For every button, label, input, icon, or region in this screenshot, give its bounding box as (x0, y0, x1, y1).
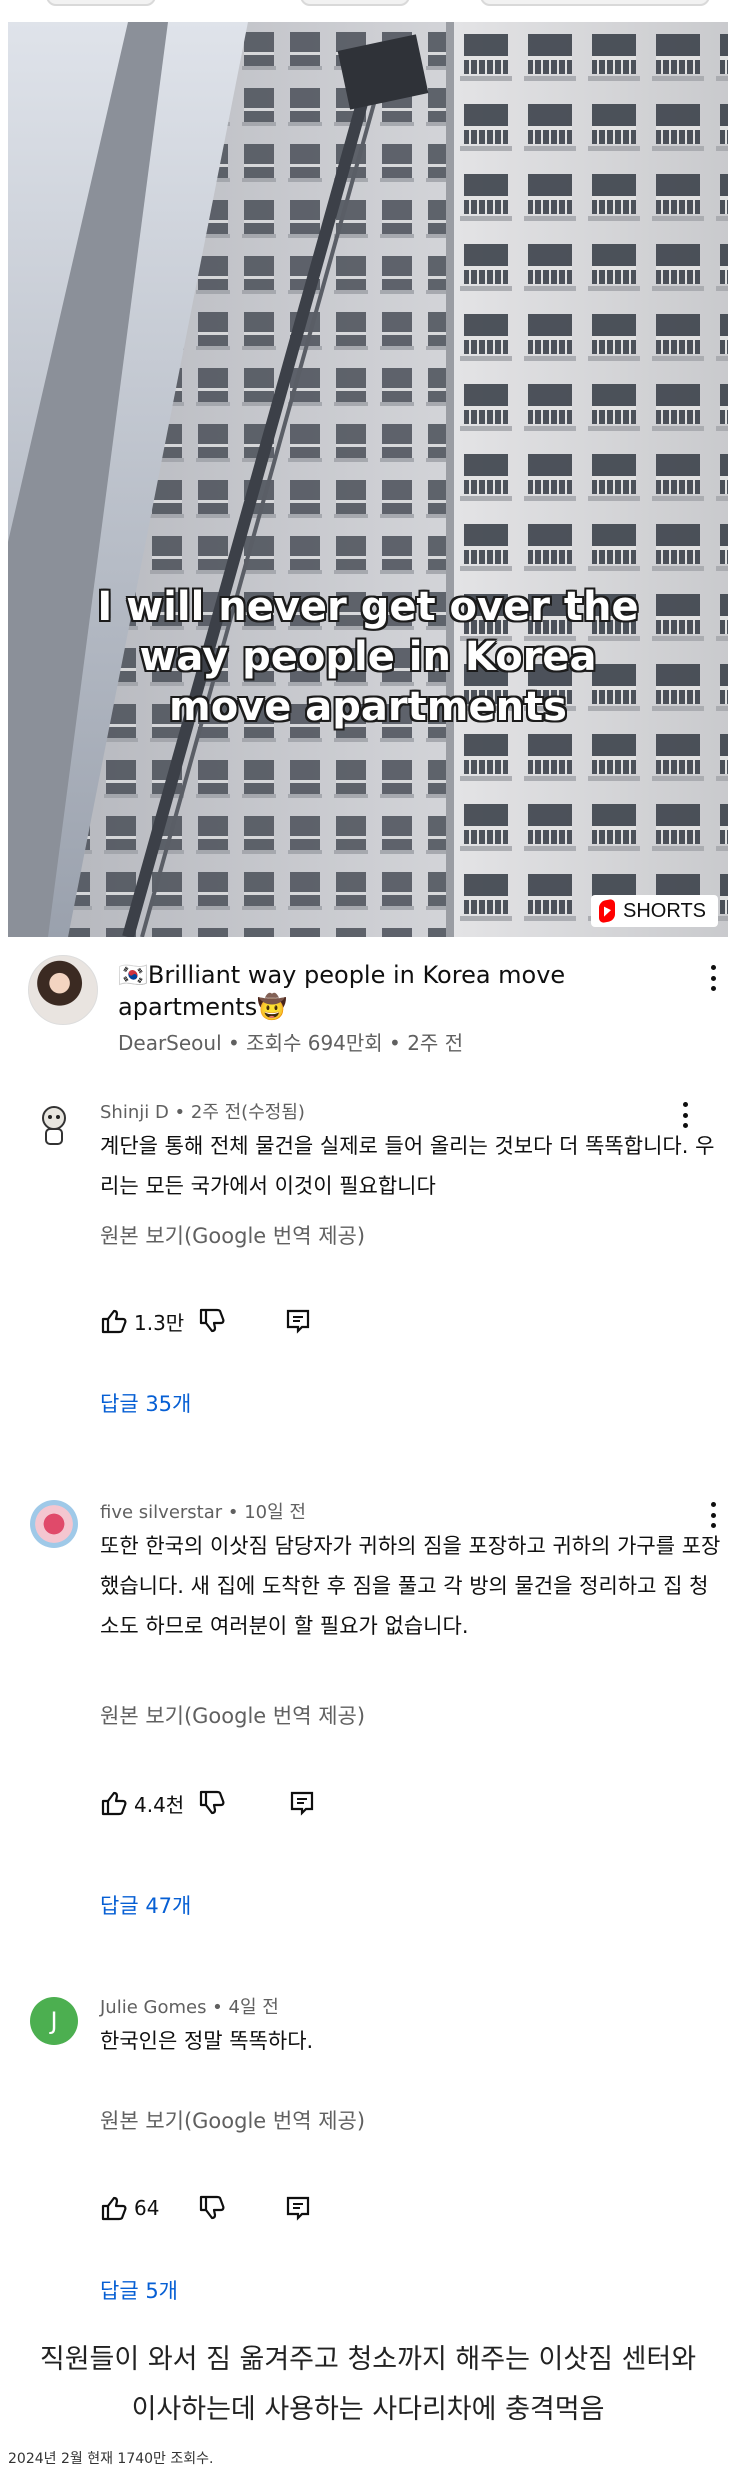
shorts-badge[interactable]: SHORTS (591, 895, 718, 927)
reply-icon[interactable] (284, 2194, 312, 2222)
video-thumbnail (8, 22, 728, 937)
replies-link[interactable]: 답글 5개 (100, 2275, 178, 2305)
comment-actions: 1.3만 (100, 1306, 312, 1336)
like-count: 64 (134, 2196, 160, 2220)
replies-link[interactable]: 답글 35개 (100, 1388, 191, 1418)
top-chip-bar (0, 0, 736, 22)
caption-line: way people in Korea (139, 634, 597, 680)
comment-actions: 64 (100, 2193, 312, 2223)
caption-line: I will never get over the (97, 584, 639, 630)
like-count: 4.4천 (134, 1792, 185, 1817)
reply-icon[interactable] (284, 1307, 312, 1335)
thumbs-down-icon[interactable] (198, 1307, 226, 1335)
commenter-avatar[interactable] (30, 1100, 78, 1148)
video-caption: I will never get over the way people in … (8, 582, 728, 732)
more-options-icon[interactable] (710, 1502, 716, 1528)
post-caption-line: 이사하는데 사용하는 사다리차에 충격먹음 (131, 2394, 605, 2425)
video-title[interactable]: 🇰🇷Brilliant way people in Korea move apa… (118, 959, 678, 1023)
thumbs-down-icon[interactable] (198, 1789, 226, 1817)
video-info: 🇰🇷Brilliant way people in Korea move apa… (28, 955, 728, 1055)
comment-text: 계단을 통해 전체 물건을 실제로 들어 올리는 것보다 더 똑똑합니다. 우리… (100, 1134, 715, 1198)
chip[interactable] (480, 0, 710, 6)
more-options-icon[interactable] (682, 1102, 688, 1128)
commenter-avatar[interactable] (30, 1500, 78, 1548)
comment-text: 또한 한국의 이삿짐 담당자가 귀하의 짐을 포장하고 귀하의 가구를 포장했습… (100, 1534, 721, 1638)
comment-actions: 4.4천 (100, 1788, 316, 1818)
channel-avatar[interactable] (28, 955, 98, 1025)
show-original-link[interactable]: 원본 보기(Google 번역 제공) (100, 1220, 365, 1250)
post-caption: 직원들이 와서 짐 옮겨주고 청소까지 해주는 이삿짐 센터와 이사하는데 사용… (0, 2335, 736, 2435)
shorts-badge-label: SHORTS (623, 899, 706, 922)
youtube-shorts-icon (599, 898, 616, 924)
chip[interactable] (46, 0, 156, 6)
comment-text: 한국인은 정말 똑똑하다. (100, 2029, 314, 2053)
caption-line: move apartments (169, 684, 567, 730)
comment-item: J Julie Gomes • 4일 전 한국인은 정말 똑똑하다. 원본 보기… (0, 1985, 736, 2315)
avatar-letter: J (50, 2007, 58, 2035)
video-meta: DearSeoul • 조회수 694만회 • 2주 전 (118, 1031, 464, 1055)
replies-link[interactable]: 답글 47개 (100, 1890, 191, 1920)
more-options-icon[interactable] (710, 965, 716, 991)
reply-icon[interactable] (288, 1789, 316, 1817)
video-player[interactable]: I will never get over the way people in … (8, 22, 728, 937)
thumbs-down-icon[interactable] (198, 2194, 226, 2222)
thumbs-up-icon[interactable] (100, 2194, 128, 2222)
comment-item: Shinji D • 2주 전(수정됨) 계단을 통해 전체 물건을 실제로 들… (0, 1090, 736, 1420)
chip[interactable] (300, 0, 410, 6)
thumbs-up-icon[interactable] (100, 1789, 128, 1817)
view-count-note: 2024년 2월 현재 1740만 조회수. (8, 2451, 214, 2467)
comment-header: Shinji D • 2주 전(수정됨) (100, 1102, 305, 1123)
thumbs-up-icon[interactable] (100, 1307, 128, 1335)
comment-header: five silverstar • 10일 전 (100, 1502, 306, 1523)
show-original-link[interactable]: 원본 보기(Google 번역 제공) (100, 2105, 365, 2135)
comment-item: five silverstar • 10일 전 또한 한국의 이삿짐 담당자가 … (0, 1490, 736, 1960)
commenter-avatar[interactable]: J (30, 1997, 78, 2045)
post-caption-line: 직원들이 와서 짐 옮겨주고 청소까지 해주는 이삿짐 센터와 (39, 2344, 697, 2375)
like-count: 1.3만 (134, 1310, 185, 1335)
comment-header: Julie Gomes • 4일 전 (100, 1997, 279, 2018)
show-original-link[interactable]: 원본 보기(Google 번역 제공) (100, 1700, 365, 1730)
